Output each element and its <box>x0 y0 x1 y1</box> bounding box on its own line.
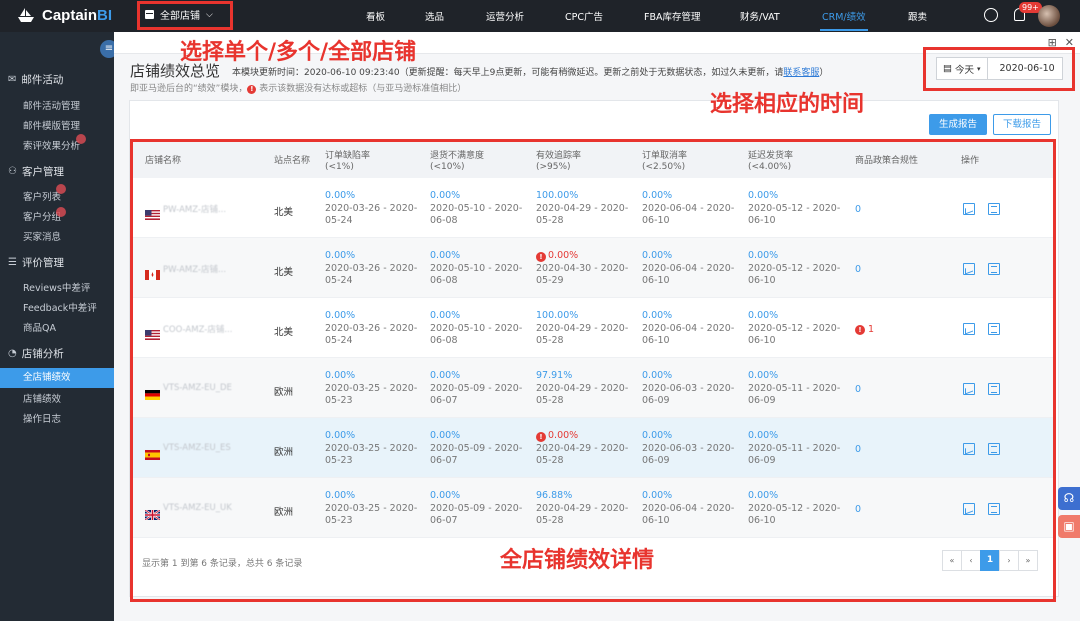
update-info: 本模块更新时间：2020-06-10 09:23:40（更新提醒：每天早上9点更… <box>232 65 828 78</box>
update-info-end: ） <box>819 68 829 78</box>
nav-crm-performance[interactable]: CRM/绩效 <box>820 9 868 31</box>
sidebar-section-label: 客户管理 <box>21 166 64 178</box>
subnote: 即亚马逊后台的“绩效”模块，! 表示该数据没有达标或超标（与亚马逊标准值相比） <box>130 81 466 94</box>
subnote-text-b: 表示该数据没有达标或超标（与亚马逊标准值相比） <box>259 84 467 94</box>
ship-logo-icon <box>18 8 34 22</box>
notification-dot <box>56 207 66 217</box>
sidebar-item-email-templates[interactable]: 邮件模版管理 <box>23 118 80 132</box>
gift-icon[interactable]: ▣ <box>1058 515 1080 538</box>
user-avatar[interactable] <box>1038 5 1060 27</box>
nav-finance-vat[interactable]: 财务/VAT <box>740 9 780 23</box>
bug-report-icon[interactable] <box>984 8 998 22</box>
sidebar-section-email[interactable]: ✉ 邮件活动 <box>8 72 63 87</box>
subnote-text-a: 即亚马逊后台的“绩效”模块， <box>130 84 248 94</box>
nav-follow-sell[interactable]: 跟卖 <box>908 9 927 23</box>
sidebar-item-reviews-negative[interactable]: Reviews中差评 <box>23 280 90 294</box>
sidebar-section-shop-analysis[interactable]: ◔ 店铺分析 <box>8 346 64 361</box>
sidebar-item-feedback-negative[interactable]: Feedback中差评 <box>23 300 97 314</box>
logo-text-bi: BI <box>97 6 113 24</box>
user-icon: ⚇ <box>8 166 17 177</box>
sidebar: ≡ ✉ 邮件活动 邮件活动管理 邮件模版管理 索评效果分析 ⚇ 客户管理 客户列表 … <box>0 32 118 621</box>
notification-dot <box>76 134 86 144</box>
update-info-text: 本模块更新时间：2020-06-10 09:23:40（更新提醒：每天早上9点更… <box>232 68 784 78</box>
notification-dot <box>56 184 66 194</box>
annotation-shop: 选择单个/多个/全部店铺 <box>180 40 417 65</box>
logo-text: Captain <box>42 6 98 24</box>
nav-fba-inventory[interactable]: FBA库存管理 <box>644 9 700 23</box>
annotation-detail: 全店铺绩效详情 <box>500 548 655 573</box>
sidebar-section-reviews[interactable]: ☰ 评价管理 <box>8 255 64 270</box>
sidebar-item-operation-log[interactable]: 操作日志 <box>23 411 61 425</box>
sidebar-item-all-shop-performance[interactable]: 全店铺绩效 <box>0 368 114 388</box>
sidebar-section-customers[interactable]: ⚇ 客户管理 <box>8 164 64 179</box>
review-icon: ☰ <box>8 257 17 268</box>
app-root: CaptainBI 全部店铺 ⌵ 看板 选品 运营分析 CPC广告 FBA库存管… <box>0 0 1080 621</box>
mail-icon: ✉ <box>8 74 17 85</box>
generate-report-button[interactable]: 生成报告 <box>929 114 987 135</box>
captainbi-logo[interactable]: CaptainBI <box>16 6 112 24</box>
sidebar-item-shop-performance[interactable]: 店铺绩效 <box>23 391 61 405</box>
nav-cpc-ads[interactable]: CPC广告 <box>565 9 603 23</box>
sidebar-item-email-campaigns[interactable]: 邮件活动管理 <box>23 98 80 112</box>
sidebar-item-buyer-messages[interactable]: 买家消息 <box>23 229 61 243</box>
sidebar-item-customer-list[interactable]: 客户列表 <box>23 189 61 203</box>
annotation-box-date <box>923 47 1075 91</box>
nav-product-selection[interactable]: 选品 <box>425 9 444 23</box>
sidebar-item-review-analysis[interactable]: 索评效果分析 <box>23 138 80 152</box>
contact-support-link[interactable]: 联系客服 <box>783 68 819 78</box>
annotation-time: 选择相应的时间 <box>710 92 865 117</box>
alert-icon: ! <box>247 85 257 94</box>
download-report-button[interactable]: 下载报告 <box>993 114 1051 135</box>
annotation-box-shop-selector <box>137 1 233 30</box>
annotation-box-table <box>130 139 1056 602</box>
sidebar-section-label: 店铺分析 <box>21 348 64 360</box>
sidebar-item-product-qa[interactable]: 商品QA <box>23 320 56 334</box>
sidebar-section-label: 邮件活动 <box>21 74 64 86</box>
sidebar-section-label: 评价管理 <box>21 257 64 269</box>
nav-operations-analysis[interactable]: 运营分析 <box>486 9 524 23</box>
customer-service-icon[interactable]: ☊ <box>1058 487 1080 510</box>
nav-dashboard[interactable]: 看板 <box>366 9 385 23</box>
pie-chart-icon: ◔ <box>8 348 17 359</box>
